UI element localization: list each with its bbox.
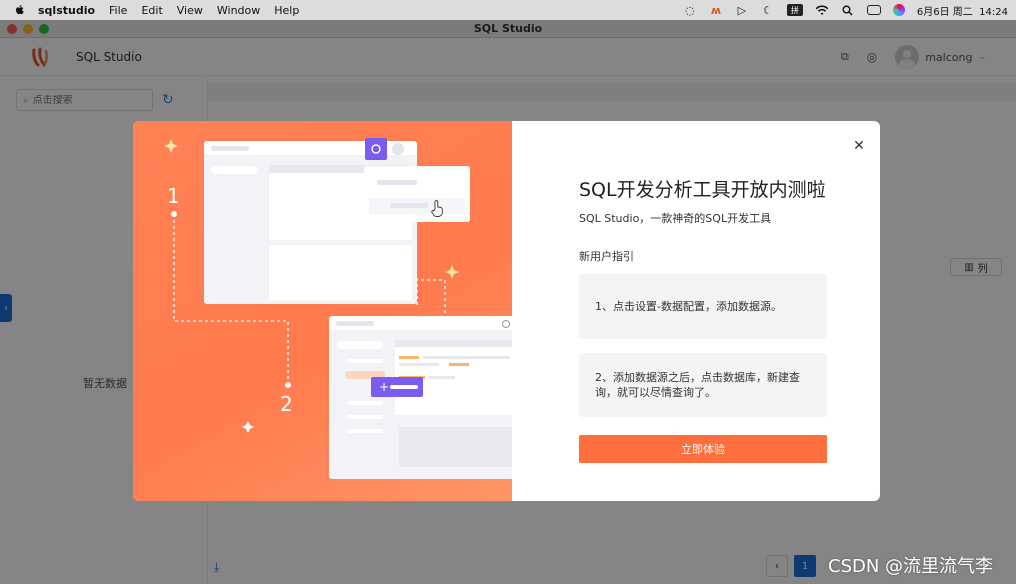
try-now-button[interactable]: 立即体验 bbox=[579, 435, 827, 463]
apple-menu-icon[interactable] bbox=[14, 4, 26, 16]
modal-subtitle: SQL Studio，一款神奇的SQL开发工具 bbox=[579, 212, 772, 225]
menu-file[interactable]: File bbox=[109, 4, 127, 17]
menu-window[interactable]: Window bbox=[217, 4, 260, 17]
chat-status-icon[interactable]: ◌ bbox=[683, 4, 697, 17]
menu-app-name[interactable]: sqlstudio bbox=[38, 4, 95, 17]
modal-content: ✕ SQL开发分析工具开放内测啦 SQL Studio，一款神奇的SQL开发工具… bbox=[512, 121, 880, 501]
guide-heading: 新用户指引 bbox=[579, 250, 634, 263]
welcome-modal: + 1 2 ✕ SQL开发分析工具开放内测啦 SQL Studio，一款神奇的S… bbox=[133, 121, 880, 501]
moon-status-icon[interactable]: ☾ bbox=[761, 4, 775, 17]
input-method-icon[interactable]: 拼 bbox=[786, 4, 803, 16]
modal-illustration-panel: + 1 2 bbox=[133, 121, 512, 501]
spotlight-search-icon[interactable] bbox=[841, 4, 855, 16]
play-status-icon[interactable]: ▷ bbox=[735, 4, 749, 17]
illustration-step-1: 1 bbox=[167, 184, 180, 208]
guide-step-1: 1、点击设置-数据配置，添加数据源。 bbox=[579, 274, 827, 339]
menu-bar: sqlstudio File Edit View Window Help ◌ ʍ… bbox=[0, 0, 1016, 20]
close-icon[interactable]: ✕ bbox=[852, 139, 866, 153]
illustration-step-2: 2 bbox=[280, 392, 293, 416]
guide-step-2: 2、添加数据源之后，点击数据库，新建查询，就可以尽情查询了。 bbox=[579, 353, 827, 417]
guide-step-1-text: 1、点击设置-数据配置，添加数据源。 bbox=[595, 300, 782, 313]
control-center-icon[interactable] bbox=[866, 5, 881, 15]
menu-help[interactable]: Help bbox=[274, 4, 299, 17]
app-status-icon[interactable]: ʍ bbox=[709, 4, 723, 17]
guide-step-2-text: 2、添加数据源之后，点击数据库，新建查询，就可以尽情查询了。 bbox=[595, 371, 800, 399]
svg-text:+: + bbox=[379, 380, 389, 394]
siri-icon[interactable] bbox=[892, 4, 905, 16]
menu-edit[interactable]: Edit bbox=[141, 4, 162, 17]
watermark-text: CSDN @流里流气李 bbox=[828, 556, 994, 577]
onboarding-illustration: + bbox=[164, 138, 512, 479]
modal-title: SQL开发分析工具开放内测啦 bbox=[579, 179, 826, 201]
menu-view[interactable]: View bbox=[177, 4, 203, 17]
menu-clock[interactable]: 6月6日 周二 14:24 bbox=[917, 3, 1008, 18]
wifi-icon[interactable] bbox=[815, 4, 829, 16]
